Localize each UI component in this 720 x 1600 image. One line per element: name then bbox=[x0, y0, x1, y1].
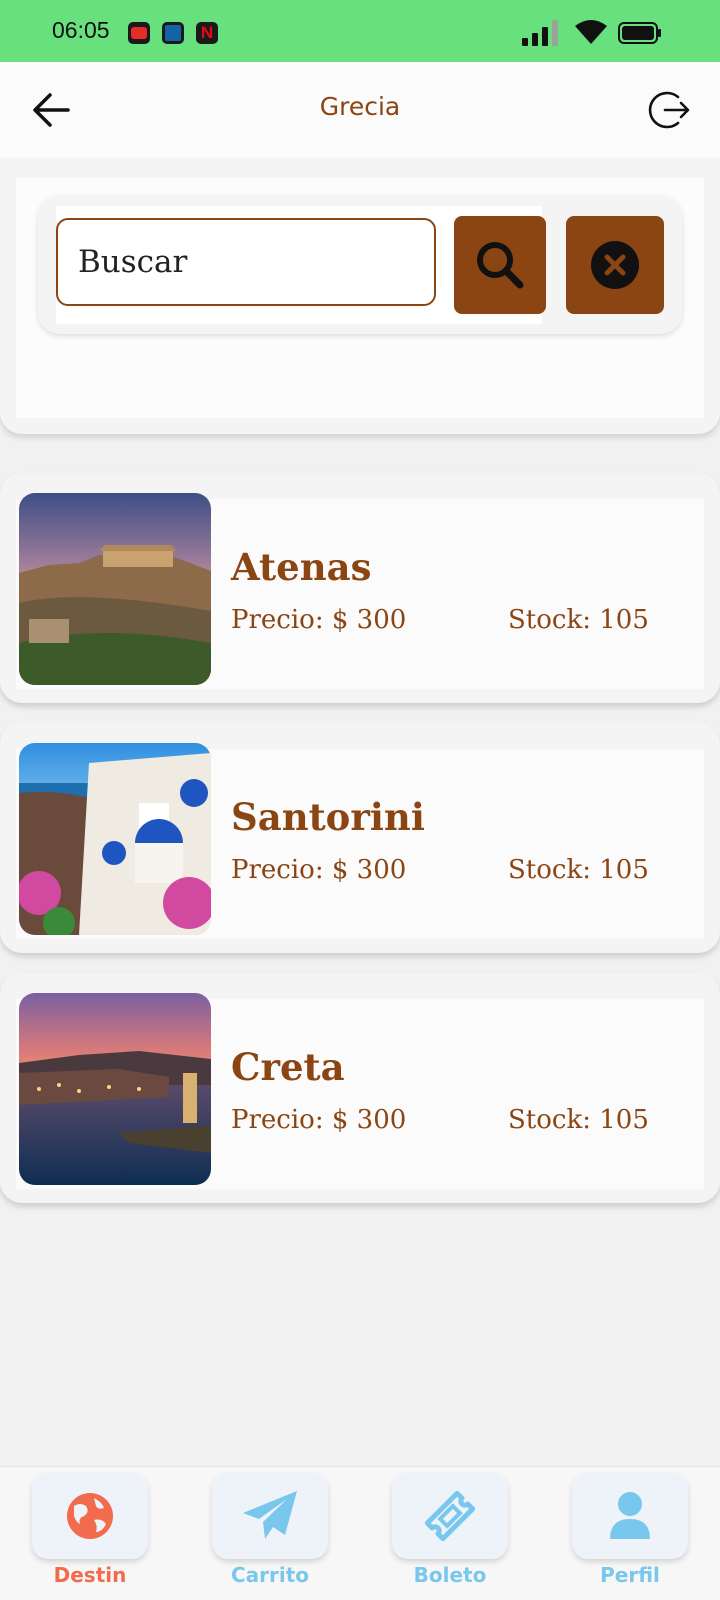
destination-photo bbox=[19, 993, 211, 1185]
nav-label: Carrito bbox=[230, 1563, 310, 1587]
search-button[interactable] bbox=[454, 216, 546, 314]
netflix-icon bbox=[196, 22, 218, 44]
destination-photo bbox=[19, 493, 211, 685]
search-icon bbox=[477, 242, 524, 289]
wifi-icon bbox=[575, 20, 607, 44]
destination-name: Atenas bbox=[231, 545, 372, 589]
destination-stock: Stock: 105 bbox=[508, 855, 649, 885]
destination-name: Creta bbox=[231, 1045, 345, 1089]
status-time: 06:05 bbox=[52, 17, 110, 43]
search-bar bbox=[38, 196, 682, 334]
nav-label: Destin bbox=[53, 1563, 127, 1587]
destination-price: Precio: $ 300 bbox=[231, 605, 407, 635]
nav-item-boleto[interactable]: Boleto bbox=[392, 1467, 508, 1600]
paper-plane-icon bbox=[243, 1491, 297, 1539]
nav-label: Perfil bbox=[600, 1563, 660, 1587]
destination-stock: Stock: 105 bbox=[508, 1105, 649, 1135]
destination-price: Precio: $ 300 bbox=[231, 1105, 407, 1135]
nav-item-perfil[interactable]: Perfil bbox=[572, 1467, 688, 1600]
nav-tile bbox=[572, 1473, 688, 1559]
destination-name: Santorini bbox=[231, 795, 425, 839]
youtube-icon bbox=[128, 22, 150, 44]
battery-icon bbox=[618, 22, 661, 44]
close-circle-icon bbox=[591, 241, 639, 289]
nav-item-destin[interactable]: Destin bbox=[32, 1467, 148, 1600]
globe-icon bbox=[67, 1493, 113, 1539]
signal-icon bbox=[522, 20, 560, 46]
logout-icon[interactable] bbox=[648, 88, 692, 132]
destination-photo bbox=[19, 743, 211, 935]
page-title: Grecia bbox=[319, 92, 401, 121]
nav-tile bbox=[212, 1473, 328, 1559]
bottom-nav: Destin Carrito Boleto Perfil bbox=[0, 1466, 720, 1600]
destination-price: Precio: $ 300 bbox=[231, 855, 407, 885]
destination-stock: Stock: 105 bbox=[508, 605, 649, 635]
destination-card[interactable]: Creta Precio: $ 300 Stock: 105 bbox=[0, 973, 720, 1203]
destination-card[interactable]: Santorini Precio: $ 300 Stock: 105 bbox=[0, 723, 720, 953]
nav-tile bbox=[392, 1473, 508, 1559]
search-input[interactable] bbox=[56, 218, 436, 306]
destination-card[interactable]: Atenas Precio: $ 300 Stock: 105 bbox=[0, 473, 720, 703]
user-icon bbox=[610, 1492, 650, 1539]
nav-label: Boleto bbox=[413, 1563, 487, 1587]
app-bar: Grecia bbox=[0, 62, 720, 158]
clear-button[interactable] bbox=[566, 216, 664, 314]
bbva-icon bbox=[162, 22, 184, 44]
status-bar: 06:05 bbox=[0, 0, 720, 62]
ticket-icon bbox=[424, 1490, 476, 1542]
nav-item-carrito[interactable]: Carrito bbox=[212, 1467, 328, 1600]
nav-tile bbox=[32, 1473, 148, 1559]
